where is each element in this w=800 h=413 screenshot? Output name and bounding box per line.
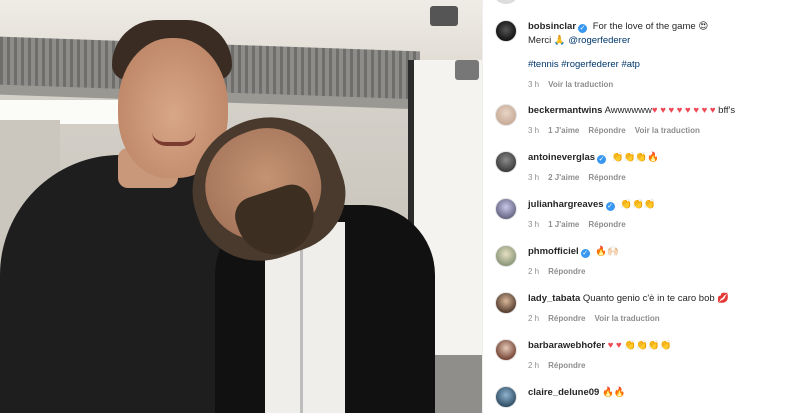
comment-row: julianhargreaves ✓ 👏👏👏 3 h 1 J'aime Répon… xyxy=(495,198,792,232)
comment-row: barbarawebhofer ♥ ♥ 👏👏👏👏 2 h Répondre xyxy=(495,339,792,373)
verified-icon: ✓ xyxy=(605,202,615,211)
comment-username[interactable]: lady_tabata xyxy=(528,293,580,304)
comment-time[interactable]: 2 h xyxy=(528,359,539,373)
hearts-clap-emoji: ♥ ♥ 👏👏👏👏 xyxy=(607,340,672,351)
comments-panel[interactable]: bobsinclar ✓ For the love of the game 😍 M… xyxy=(482,0,800,413)
heart-eyes-emoji: 😍 xyxy=(698,21,709,32)
comment-time[interactable]: 2 h xyxy=(528,312,539,326)
kiss-emoji: 💋 xyxy=(717,293,730,304)
comment-time[interactable]: 3 h xyxy=(528,124,539,138)
comment-content: beckermantwins Awwwwww♥ ♥ ♥ ♥ ♥ ♥ ♥ ♥ bf… xyxy=(528,104,792,138)
avatar[interactable] xyxy=(495,245,517,267)
clap-fire-emoji: 👏👏👏🔥 xyxy=(611,152,660,163)
verified-icon: ✓ xyxy=(578,24,588,33)
comment-content: antoineverglas ✓ 👏👏👏🔥 3 h 2 J'aime Répond… xyxy=(528,151,792,185)
comment-row: phmofficiel ✓ 🔥🙌🏻 2 h Répondre xyxy=(495,245,792,279)
caption-text: For the love of the game xyxy=(592,21,696,32)
comment-meta: 2 h Répondre xyxy=(528,359,792,373)
avatar[interactable] xyxy=(495,20,517,42)
avatar[interactable] xyxy=(495,151,517,173)
avatar[interactable] xyxy=(495,104,517,126)
verified-icon: ✓ xyxy=(580,249,590,258)
comment-content: julianhargreaves ✓ 👏👏👏 3 h 1 J'aime Répon… xyxy=(528,198,792,232)
comment-meta: 2 h Répondre Voir la traduction xyxy=(528,312,792,326)
translate-link[interactable]: Voir la traduction xyxy=(548,78,613,92)
avatar[interactable] xyxy=(495,198,517,220)
comment-meta: 2 h Répondre xyxy=(528,265,792,279)
translate-link[interactable]: Voir la traduction xyxy=(635,124,700,138)
reply-button[interactable]: Répondre xyxy=(588,171,625,185)
reply-button[interactable]: Répondre xyxy=(588,124,625,138)
avatar[interactable] xyxy=(495,292,517,314)
comment-username[interactable]: phmofficiel xyxy=(528,246,579,257)
comment-username[interactable]: barbarawebhofer xyxy=(528,340,605,351)
photo-fixture xyxy=(430,6,458,26)
avatar[interactable] xyxy=(495,339,517,361)
pray-emoji: 🙏 xyxy=(553,35,566,46)
comment-content: lady_tabata Quanto genio c'è in te caro … xyxy=(528,292,792,326)
comment-likes[interactable]: 1 J'aime xyxy=(548,218,579,232)
comment-likes[interactable]: 1 J'aime xyxy=(548,124,579,138)
clap-emoji: 👏👏👏 xyxy=(620,199,656,210)
comment-time[interactable]: 3 h xyxy=(528,171,539,185)
fire-hands-emoji: 🔥🙌🏻 xyxy=(595,246,619,257)
comment-content: claire_delune09 🔥🔥 xyxy=(528,386,792,408)
timestamp[interactable]: 3 h xyxy=(528,78,539,92)
comment-username[interactable]: julianhargreaves xyxy=(528,199,604,210)
author-username[interactable]: bobsinclar xyxy=(528,21,576,32)
instagram-post: bobsinclar ✓ For the love of the game 😍 M… xyxy=(0,0,800,413)
comment-text: Awwwwww xyxy=(604,105,652,116)
caption-content: bobsinclar ✓ For the love of the game 😍 M… xyxy=(528,20,792,92)
comment-row: antoineverglas ✓ 👏👏👏🔥 3 h 2 J'aime Répond… xyxy=(495,151,792,185)
photo-fixture-2 xyxy=(455,60,479,80)
comment-row: lady_tabata Quanto genio c'è in te caro … xyxy=(495,292,792,326)
comment-username[interactable]: antoineverglas xyxy=(528,152,595,163)
mention-link[interactable]: @rogerfederer xyxy=(568,35,630,46)
post-photo[interactable] xyxy=(0,0,482,413)
comment-tail: bff's xyxy=(718,105,736,116)
reply-button[interactable]: Répondre xyxy=(548,265,585,279)
comment-text: Quanto genio c'è in te caro bob xyxy=(582,293,715,304)
comment-likes[interactable]: 2 J'aime xyxy=(548,171,579,185)
fire-emoji: 🔥🔥 xyxy=(601,387,626,398)
person-right-zipper xyxy=(300,240,303,413)
reply-button[interactable]: Répondre xyxy=(548,359,585,373)
comment-time[interactable]: 3 h xyxy=(528,218,539,232)
scrolled-avatar-hint xyxy=(495,0,517,4)
comment-meta: 3 h 1 J'aime Répondre xyxy=(528,218,792,232)
hashtags[interactable]: #tennis #rogerfederer #atp xyxy=(528,58,792,72)
photo-cabinet xyxy=(428,355,482,413)
comment-time[interactable]: 2 h xyxy=(528,265,539,279)
reply-button[interactable]: Répondre xyxy=(548,312,585,326)
comment-meta: 3 h 2 J'aime Répondre xyxy=(528,171,792,185)
comment-row: claire_delune09 🔥🔥 xyxy=(495,386,792,408)
comment-username[interactable]: claire_delune09 xyxy=(528,387,599,398)
avatar[interactable] xyxy=(495,386,517,408)
caption-meta: 3 h Voir la traduction xyxy=(528,78,792,92)
comment-row: beckermantwins Awwwwww♥ ♥ ♥ ♥ ♥ ♥ ♥ ♥ bf… xyxy=(495,104,792,138)
reply-button[interactable]: Répondre xyxy=(588,218,625,232)
verified-icon: ✓ xyxy=(597,155,607,164)
caption-merci: Merci xyxy=(528,35,552,46)
hearts-emoji: ♥ ♥ ♥ ♥ ♥ ♥ ♥ ♥ xyxy=(651,105,716,116)
comment-content: phmofficiel ✓ 🔥🙌🏻 2 h Répondre xyxy=(528,245,792,279)
comment-content: barbarawebhofer ♥ ♥ 👏👏👏👏 2 h Répondre xyxy=(528,339,792,373)
comment-username[interactable]: beckermantwins xyxy=(528,105,602,116)
comment-meta: 3 h 1 J'aime Répondre Voir la traduction xyxy=(528,124,792,138)
caption-row: bobsinclar ✓ For the love of the game 😍 M… xyxy=(495,20,792,92)
translate-link[interactable]: Voir la traduction xyxy=(594,312,659,326)
